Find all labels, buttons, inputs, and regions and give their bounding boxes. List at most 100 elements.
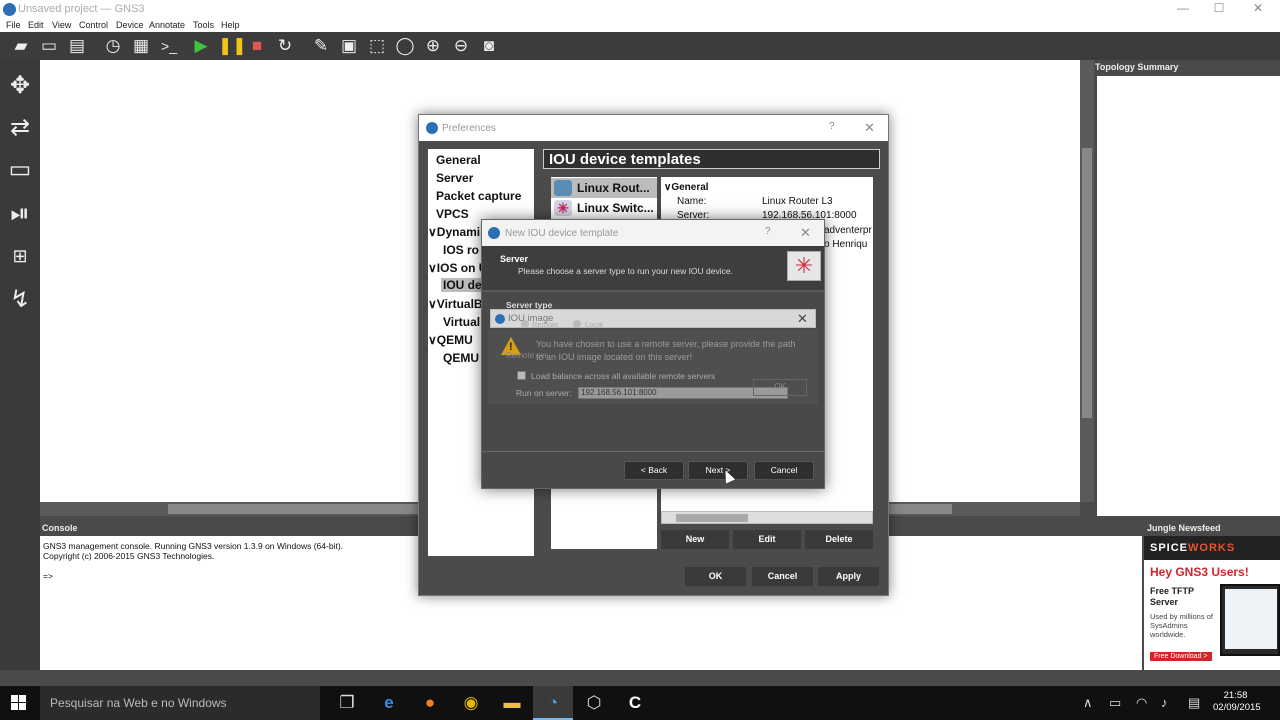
menu-view[interactable]: View <box>52 20 71 30</box>
message-titlebar: IOU image Remote Local ✕ <box>490 309 816 329</box>
all-devices-icon[interactable]: ⊞ <box>4 240 36 272</box>
radio-remote[interactable] <box>521 320 529 328</box>
screenshot-icon[interactable]: ◙ <box>478 36 500 56</box>
security-devices-icon[interactable]: ⏯ <box>4 198 36 230</box>
stop-all-icon[interactable]: ■ <box>246 36 268 56</box>
snapshot-clock-icon[interactable]: ◷ <box>102 36 124 56</box>
close-button[interactable]: ✕ <box>1243 1 1273 18</box>
nav-packet-capture[interactable]: Packet capture <box>436 189 521 203</box>
suspend-all-icon[interactable]: ❚❚ <box>218 36 247 56</box>
terminal-app-icon[interactable]: C <box>615 686 655 720</box>
nav-dynamips[interactable]: ∨Dynami <box>428 225 480 239</box>
ok-button[interactable]: OK <box>685 567 746 586</box>
end-devices-icon[interactable]: ▭ <box>4 154 36 186</box>
insert-picture-icon[interactable]: ▣ <box>338 36 360 56</box>
gns3-taskbar-icon[interactable]: ◔ <box>533 686 573 720</box>
switches-icon[interactable]: ⇄ <box>4 112 36 144</box>
switch-icon: ✳ <box>554 200 572 216</box>
new-button[interactable]: New <box>661 530 729 549</box>
draw-ellipse-icon[interactable]: ◯ <box>394 36 416 56</box>
tray-battery-icon[interactable]: ▭ <box>1109 695 1121 711</box>
nav-ios-routers[interactable]: IOS ro <box>443 243 479 257</box>
scroll-thumb[interactable] <box>676 514 748 522</box>
chrome-icon[interactable]: ◉ <box>451 686 491 720</box>
apply-button[interactable]: Apply <box>818 567 879 586</box>
open-project-icon[interactable]: ▭ <box>38 36 60 56</box>
tray-chevron-up-icon[interactable]: ∧ <box>1083 695 1093 711</box>
add-note-icon[interactable]: ✎ <box>310 36 332 56</box>
back-button[interactable]: < Back <box>624 461 684 480</box>
edit-button[interactable]: Edit <box>733 530 801 549</box>
wizard-titlebar: New IOU device template ? ✕ <box>482 220 824 246</box>
spiceworks-logo: SPICEWORKS <box>1144 536 1280 560</box>
close-button[interactable]: ✕ <box>864 120 875 136</box>
zoom-in-icon[interactable]: ⊕ <box>422 36 444 56</box>
message-text: You have chosen to use a remote server, … <box>536 339 796 362</box>
ad-product: Free TFTP Server <box>1150 586 1194 607</box>
canvas-vertical-scrollbar[interactable] <box>1080 60 1094 502</box>
nav-qemu[interactable]: ∨QEMU <box>428 333 473 347</box>
help-button[interactable]: ? <box>765 226 771 237</box>
nav-vpcs[interactable]: VPCS <box>436 207 469 221</box>
tray-wifi-icon[interactable]: ◠ <box>1136 695 1147 711</box>
window-title: Unsaved project — GNS3 <box>18 3 145 15</box>
radio-local[interactable] <box>573 320 581 328</box>
nav-virtualbox-vms[interactable]: Virtual <box>443 315 480 329</box>
start-all-icon[interactable]: ▶ <box>190 36 212 56</box>
reload-all-icon[interactable]: ↻ <box>274 36 296 56</box>
help-button[interactable]: ? <box>829 121 835 132</box>
tray-notifications-icon[interactable]: ▤ <box>1188 695 1200 711</box>
close-button[interactable]: ✕ <box>797 311 808 327</box>
menu-help[interactable]: Help <box>221 20 240 30</box>
draw-rectangle-icon[interactable]: ⬚ <box>366 36 388 56</box>
windows-start-icon[interactable] <box>11 695 27 711</box>
monitor-icon <box>1220 584 1280 656</box>
add-link-icon[interactable]: ↯ <box>4 284 36 316</box>
menu-annotate[interactable]: Annotate <box>149 20 185 30</box>
console-all-icon[interactable]: >_ <box>158 36 180 56</box>
detail-key: Name: <box>677 196 707 207</box>
zoom-out-icon[interactable]: ⊖ <box>450 36 472 56</box>
menu-edit[interactable]: Edit <box>28 20 44 30</box>
save-project-icon[interactable]: ▤ <box>66 36 88 56</box>
detail-horizontal-scrollbar[interactable] <box>661 511 873 524</box>
jungle-newsfeed-title: Jungle Newsfeed <box>1147 523 1221 533</box>
list-item[interactable]: ✳ Linux Switc... <box>551 198 657 218</box>
clock-time: 21:58 <box>1223 690 1248 701</box>
file-explorer-icon[interactable]: ▬ <box>492 686 532 720</box>
menu-file[interactable]: File <box>6 20 21 30</box>
tray-volume-icon[interactable]: ♪ <box>1161 695 1168 710</box>
new-project-icon[interactable]: ▰ <box>10 36 32 56</box>
maximize-button[interactable]: ☐ <box>1204 1 1234 18</box>
nav-server[interactable]: Server <box>436 171 473 185</box>
list-item[interactable]: Linux Rout... <box>551 178 657 198</box>
next-button[interactable]: Next > <box>688 461 748 480</box>
edge-browser-icon[interactable]: e <box>369 686 409 720</box>
wizard-header: Server Please choose a server type to ru… <box>482 246 824 290</box>
delete-button[interactable]: Delete <box>805 530 873 549</box>
task-view-icon[interactable]: ❐ <box>327 686 367 720</box>
nav-ios-on-unix[interactable]: ∨IOS on U <box>428 261 487 275</box>
close-button[interactable]: ✕ <box>800 225 811 241</box>
free-download-button[interactable]: Free Download > <box>1150 652 1212 661</box>
firefox-icon[interactable]: ● <box>410 686 450 720</box>
routers-icon[interactable]: ✥ <box>4 70 36 102</box>
taskbar-search-input[interactable]: Pesquisar na Web e no Windows <box>40 686 320 720</box>
nav-qemu-vms[interactable]: QEMU <box>443 351 479 365</box>
scroll-thumb[interactable] <box>1082 148 1092 418</box>
detail-value: o Henriqu <box>824 239 868 250</box>
taskbar-clock[interactable]: 21:58 02/09/2015 <box>1213 690 1261 714</box>
show-interface-labels-icon[interactable]: ▦ <box>130 36 152 56</box>
cancel-button[interactable]: Cancel <box>752 567 813 586</box>
nav-general[interactable]: General <box>436 153 481 167</box>
menu-tools[interactable]: Tools <box>193 20 214 30</box>
router-icon <box>554 180 572 196</box>
device-dock: ✥ ⇄ ▭ ⏯ ⊞ ↯ <box>0 60 40 670</box>
minimize-button[interactable]: — <box>1168 1 1198 18</box>
cancel-button[interactable]: Cancel <box>754 461 814 480</box>
virtualbox-icon[interactable]: ⬡ <box>574 686 614 720</box>
menu-control[interactable]: Control <box>79 20 108 30</box>
nav-virtualbox[interactable]: ∨VirtualB <box>428 297 483 311</box>
menu-device[interactable]: Device <box>116 20 144 30</box>
topology-summary-panel[interactable] <box>1097 76 1280 516</box>
